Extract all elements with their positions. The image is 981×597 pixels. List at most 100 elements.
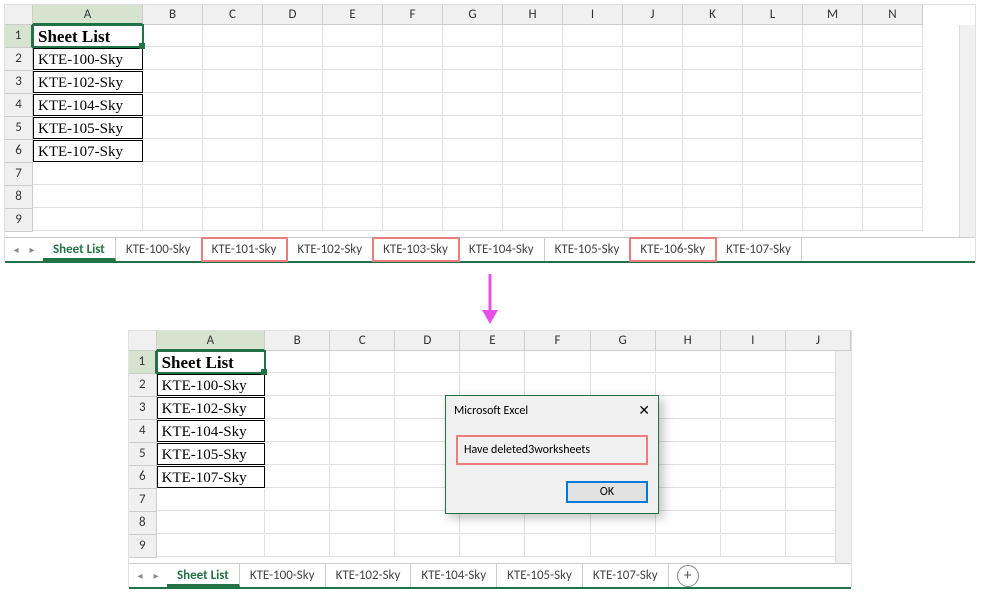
column-header[interactable]: A [157, 331, 265, 351]
cell[interactable] [683, 48, 743, 70]
cell[interactable] [323, 117, 383, 139]
cell[interactable]: KTE-104-Sky [33, 94, 143, 116]
column-header[interactable]: M [803, 5, 863, 25]
cell[interactable] [323, 94, 383, 116]
cell[interactable] [721, 443, 786, 465]
column-header[interactable]: C [203, 5, 263, 25]
cell[interactable] [395, 351, 460, 373]
cell[interactable] [395, 374, 460, 396]
cell[interactable] [743, 140, 803, 162]
cell[interactable] [591, 535, 656, 557]
cell[interactable] [263, 163, 323, 185]
cell[interactable] [803, 117, 863, 139]
cell[interactable] [863, 94, 923, 116]
column-header[interactable]: H [656, 331, 721, 351]
cell[interactable] [563, 25, 623, 47]
cell[interactable] [383, 48, 443, 70]
cell[interactable] [460, 351, 525, 373]
cell[interactable] [525, 374, 590, 396]
cell[interactable]: KTE-102-Sky [33, 71, 143, 93]
cell[interactable] [330, 397, 395, 419]
cell[interactable] [323, 186, 383, 208]
cell[interactable] [683, 140, 743, 162]
row-header[interactable]: 3 [129, 397, 157, 420]
column-header[interactable]: N [863, 5, 923, 25]
cell[interactable] [203, 163, 263, 185]
cell[interactable] [803, 186, 863, 208]
column-header[interactable]: G [591, 331, 656, 351]
cell[interactable]: KTE-105-Sky [33, 117, 143, 139]
cell[interactable] [143, 25, 203, 47]
cell[interactable] [743, 117, 803, 139]
cell[interactable]: KTE-100-Sky [157, 374, 265, 396]
cell[interactable] [563, 94, 623, 116]
cell[interactable] [443, 117, 503, 139]
cell[interactable] [203, 117, 263, 139]
sheet-tab[interactable]: KTE-104-Sky [459, 238, 545, 261]
cell[interactable]: KTE-107-Sky [157, 466, 265, 488]
cell[interactable] [203, 94, 263, 116]
cell[interactable] [563, 117, 623, 139]
cell[interactable] [683, 94, 743, 116]
ok-button[interactable]: OK [566, 481, 648, 503]
cell[interactable] [803, 209, 863, 231]
cell[interactable] [443, 25, 503, 47]
cell[interactable]: KTE-104-Sky [157, 420, 265, 442]
cell[interactable] [157, 512, 265, 534]
cell[interactable] [460, 535, 525, 557]
cell[interactable] [143, 117, 203, 139]
cell[interactable] [525, 512, 590, 534]
cell[interactable] [330, 489, 395, 511]
row-header[interactable]: 2 [129, 374, 157, 397]
row-header[interactable]: 9 [5, 209, 33, 232]
cell[interactable] [265, 351, 330, 373]
scrollbar-vertical[interactable] [835, 351, 851, 563]
cell[interactable] [623, 48, 683, 70]
cell[interactable] [330, 512, 395, 534]
cell[interactable] [143, 48, 203, 70]
cell[interactable] [33, 186, 143, 208]
cell[interactable] [656, 397, 721, 419]
cell[interactable] [443, 94, 503, 116]
cell[interactable] [265, 535, 330, 557]
cell[interactable] [721, 374, 786, 396]
cell[interactable] [443, 163, 503, 185]
cell[interactable] [503, 94, 563, 116]
cell[interactable] [525, 535, 590, 557]
scrollbar-vertical[interactable] [959, 25, 975, 237]
cell[interactable] [803, 71, 863, 93]
cell[interactable] [383, 117, 443, 139]
cell[interactable] [33, 163, 143, 185]
cell[interactable] [683, 25, 743, 47]
cell[interactable] [263, 48, 323, 70]
cell[interactable] [721, 535, 786, 557]
cell[interactable] [330, 466, 395, 488]
cell[interactable] [503, 186, 563, 208]
cell[interactable] [623, 140, 683, 162]
cell[interactable] [656, 351, 721, 373]
cell[interactable] [623, 71, 683, 93]
tab-prev-icon[interactable]: ◂ [11, 244, 21, 256]
cell[interactable] [157, 535, 265, 557]
sheet-tab[interactable]: KTE-102-Sky [326, 564, 412, 587]
sheet-tab[interactable]: KTE-105-Sky [497, 564, 583, 587]
sheet-tab[interactable]: Sheet List [167, 564, 240, 587]
cell[interactable] [143, 71, 203, 93]
cell[interactable] [383, 140, 443, 162]
cell[interactable] [656, 489, 721, 511]
cell[interactable] [656, 420, 721, 442]
sheet-tab[interactable]: KTE-100-Sky [116, 238, 202, 261]
row-header[interactable]: 6 [129, 466, 157, 489]
cell[interactable] [383, 71, 443, 93]
cell[interactable] [863, 25, 923, 47]
cell[interactable] [503, 163, 563, 185]
cell[interactable] [263, 209, 323, 231]
cell[interactable] [743, 186, 803, 208]
cell[interactable] [721, 351, 786, 373]
cell[interactable] [623, 209, 683, 231]
row-header[interactable]: 1 [129, 351, 157, 374]
sheet-tab[interactable]: KTE-104-Sky [411, 564, 497, 587]
sheet-tab[interactable]: KTE-102-Sky [287, 238, 373, 261]
cell[interactable] [743, 209, 803, 231]
cell[interactable] [721, 512, 786, 534]
